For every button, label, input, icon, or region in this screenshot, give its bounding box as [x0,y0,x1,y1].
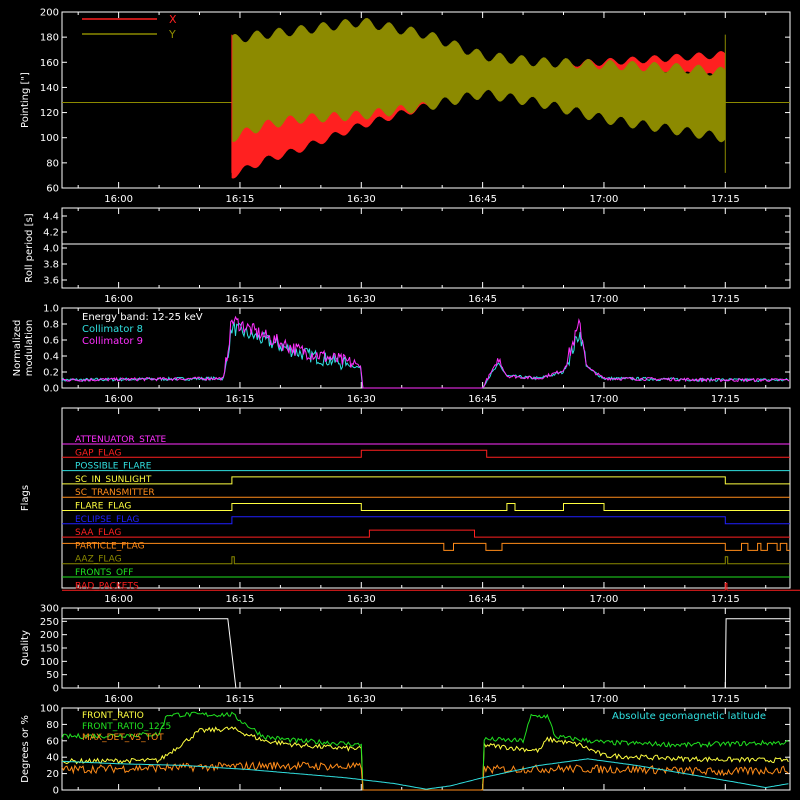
y-axis-label: Normalized [12,320,23,377]
x-tick-label: 16:30 [347,194,376,205]
flag-label: ECLIPSE_FLAG [75,515,139,525]
y-tick-label: 20 [46,769,59,780]
flag-label: AAZ_FLAG [75,555,122,565]
x-tick-label: 16:45 [468,394,497,405]
energy-band-annotation: Energy band: 12-25 keV [82,312,203,323]
flag-label: FRONTS_OFF [75,568,133,578]
y-tick-label: 0.4 [43,352,59,363]
x-tick-label: 17:15 [711,694,740,705]
x-tick-label: 17:15 [711,194,740,205]
x-tick-label: 16:00 [104,394,133,405]
y-tick-label: 60 [46,184,59,195]
y-tick-label: 4.2 [43,228,59,239]
y-tick-label: 180 [40,33,59,44]
x-tick-label: 16:30 [347,294,376,305]
y-axis-label: Degrees or % [20,715,31,783]
legend-label-y: Y [168,28,176,41]
y-tick-label: 100 [40,133,59,144]
x-tick-label: 16:15 [226,294,255,305]
y-tick-label: 80 [46,158,59,169]
x-tick-label: 16:00 [104,694,133,705]
legend-label: FRONT_RATIO_1225 [82,722,171,732]
x-tick-label: 16:00 [104,294,133,305]
x-tick-label: 16:00 [104,594,133,605]
y-axis-label: Quality [20,630,31,666]
flag-label: ATTENUATOR_STATE [75,435,167,445]
y-tick-label: 0.2 [43,368,59,379]
flag-label: POSSIBLE_FLARE [75,462,152,472]
x-tick-label: 17:15 [711,394,740,405]
x-tick-label: 16:30 [347,394,376,405]
y-tick-label: 40 [46,753,59,764]
x-tick-label: 16:30 [347,594,376,605]
flag-label: SAA_FLAG [75,528,121,538]
y-tick-label: 0.6 [43,336,59,347]
x-tick-label: 17:15 [711,594,740,605]
flag-label: BAD_PACKETS [75,581,139,591]
y-tick-label: 120 [40,108,59,119]
x-tick-label: 16:30 [347,694,376,705]
y-tick-label: 150 [40,644,59,655]
y-tick-label: 4.4 [43,212,59,223]
y-tick-label: 0 [53,684,59,695]
x-tick-label: 16:00 [104,194,133,205]
legend-label-collimator-9: Collimator 9 [82,336,143,347]
y-tick-label: 200 [40,630,59,641]
y-axis-label: Pointing ["] [20,72,31,128]
x-tick-label: 17:00 [590,194,619,205]
x-tick-label: 16:15 [226,594,255,605]
x-tick-label: 16:45 [468,194,497,205]
y-tick-label: 300 [40,604,59,615]
legend-label-x: X [169,13,177,26]
y-tick-label: 50 [46,670,59,681]
x-tick-label: 16:15 [226,394,255,405]
legend-label: FRONT_RATIO [82,711,144,721]
x-tick-label: 17:00 [590,594,619,605]
flag-label: FLARE_FLAG [75,502,131,512]
flag-label: SC_TRANSMITTER [75,488,155,498]
y-tick-label: 100 [40,657,59,668]
y-tick-label: 1.0 [43,304,59,315]
legend-label: MAX_DET_VS_TOT [82,733,164,743]
y-tick-label: 250 [40,617,59,628]
y-axis-label: modulation [24,320,35,377]
y-tick-label: 3.6 [43,276,59,287]
y-tick-label: 140 [40,83,59,94]
x-tick-label: 16:15 [226,694,255,705]
legend-label-collimator-8: Collimator 8 [82,324,143,335]
y-tick-label: 0.0 [43,384,59,395]
spacecraft-status-figure: 16:0016:1516:3016:4517:0017:1517:3060801… [0,0,800,800]
flag-label: GAP_FLAG [75,448,121,458]
y-tick-label: 100 [40,704,59,715]
y-tick-label: 60 [46,736,59,747]
x-tick-label: 17:00 [590,394,619,405]
y-tick-label: 3.8 [43,260,59,271]
y-tick-label: 4.0 [43,244,59,255]
y-tick-label: 160 [40,58,59,69]
y-axis-label: Roll period [s] [24,213,35,282]
y-tick-label: 0.8 [43,320,59,331]
x-tick-label: 17:00 [590,694,619,705]
y-tick-label: 0 [53,786,59,797]
y-tick-label: 200 [40,8,59,19]
x-tick-label: 16:45 [468,294,497,305]
flag-label: SC_IN_SUNLIGHT [75,475,152,485]
flag-label: PARTICLE_FLAG [75,541,145,551]
x-tick-label: 16:15 [226,194,255,205]
x-tick-label: 17:00 [590,294,619,305]
y-axis-label: Flags [20,485,31,511]
x-tick-label: 16:45 [468,694,497,705]
y-tick-label: 80 [46,720,59,731]
geomagnetic-latitude-annotation: Absolute geomagnetic latitude [612,711,766,722]
x-tick-label: 16:45 [468,594,497,605]
x-tick-label: 17:15 [711,294,740,305]
